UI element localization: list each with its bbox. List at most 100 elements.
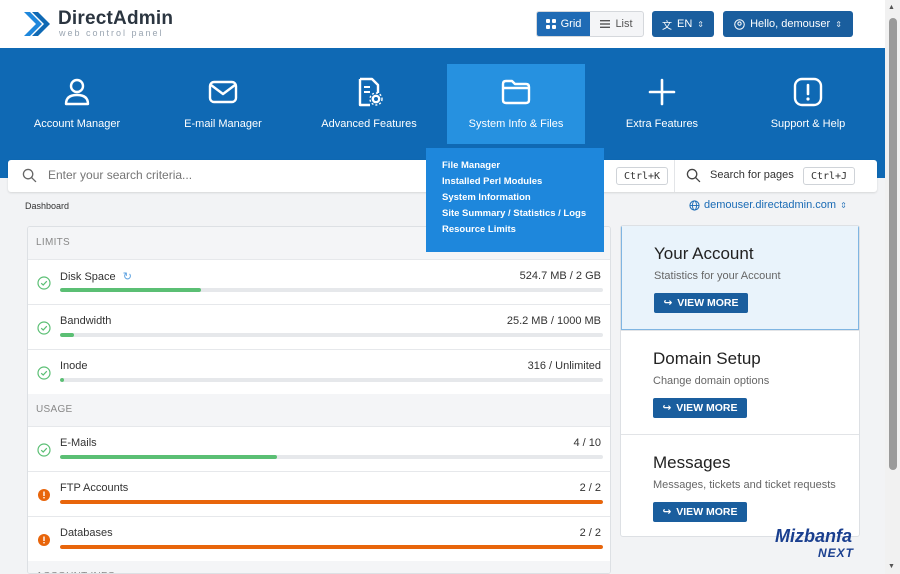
search-shortcut-key: Ctrl+K — [616, 167, 668, 185]
breadcrumb[interactable]: Dashboard — [25, 201, 69, 211]
menu-item-resource-limits[interactable]: Resource Limits — [442, 222, 604, 238]
grid-view-button[interactable]: Grid — [537, 12, 590, 36]
check-circle-icon — [37, 321, 51, 335]
directadmin-logo-icon[interactable] — [22, 8, 52, 40]
limit-value: 524.7 MB / 2 GB — [519, 270, 601, 282]
scroll-down-icon[interactable]: ▼ — [888, 563, 895, 570]
watermark-logo: Mizbanfa — [775, 526, 853, 546]
card-description: Messages, tickets and ticket requests — [653, 479, 836, 491]
nav-label: Extra Features — [625, 118, 699, 130]
limit-row-bandwidth: Bandwidth 25.2 MB / 1000 MB — [28, 304, 610, 349]
limit-value: 2 / 2 — [579, 482, 601, 494]
file-gear-icon — [358, 77, 383, 107]
updown-icon: ⇕ — [835, 19, 842, 29]
domain-name: demouser.directadmin.com — [704, 199, 837, 211]
user-menu-button[interactable]: Hello, demouser ⇕ — [723, 11, 853, 37]
limit-row-disk-space: Disk Space ↻ 524.7 MB / 2 GB — [28, 259, 610, 304]
limit-row-emails: E-Mails 4 / 10 — [28, 426, 610, 471]
menu-item-file-manager[interactable]: File Manager — [442, 158, 604, 174]
domain-selector[interactable]: demouser.directadmin.com ⇕ — [689, 199, 847, 211]
limit-row-inode: Inode 316 / Unlimited — [28, 349, 610, 394]
limit-name: Disk Space ↻ — [60, 271, 132, 283]
limits-card: LIMITS Disk Space ↻ 524.7 MB / 2 GB Band… — [27, 226, 611, 574]
button-label: VIEW MORE — [676, 506, 738, 518]
nav-extra-features[interactable]: Extra Features — [593, 64, 731, 144]
grid-icon — [545, 19, 556, 29]
nav-advanced-features[interactable]: Advanced Features — [300, 64, 438, 144]
nav-label: Support & Help — [770, 118, 846, 130]
warning-circle-icon — [38, 534, 50, 546]
list-view-button[interactable]: List — [590, 12, 643, 36]
limit-name: Bandwidth — [60, 315, 112, 327]
language-label: EN — [677, 18, 693, 30]
info-cards: Your Account Statistics for your Account… — [620, 225, 860, 537]
updown-icon: ⇕ — [697, 19, 704, 29]
nav-label: Advanced Features — [321, 118, 417, 130]
brand-name[interactable]: DirectAdmin — [58, 8, 173, 30]
limit-name: Inode — [60, 360, 88, 372]
menu-item-site-summary[interactable]: Site Summary / Statistics / Logs — [442, 206, 604, 222]
system-info-dropdown: File Manager Installed Perl Modules Syst… — [426, 148, 604, 252]
nav-system-info-files[interactable]: System Info & Files — [447, 64, 585, 144]
usage-bar-fill — [60, 455, 278, 459]
scrollbar-thumb[interactable] — [889, 18, 897, 470]
usage-bar — [60, 455, 603, 459]
translate-icon: 文 — [662, 20, 672, 32]
nav-label: System Info & Files — [468, 118, 564, 130]
user-circle-icon — [734, 18, 745, 30]
search-divider — [674, 160, 675, 192]
globe-icon — [689, 199, 700, 211]
usage-bar — [60, 378, 603, 382]
card-domain-setup: Domain Setup Change domain options ↪ VIE… — [621, 330, 859, 434]
usage-bar — [60, 545, 603, 549]
search-input[interactable] — [48, 168, 408, 182]
limit-value: 2 / 2 — [579, 527, 601, 539]
limit-row-databases: Databases 2 / 2 — [28, 516, 610, 561]
nav-label: Account Manager — [33, 118, 121, 130]
limit-name: E-Mails — [60, 437, 97, 449]
user-greeting: Hello, demouser — [750, 18, 831, 30]
nav-label: E-mail Manager — [184, 118, 262, 130]
card-description: Statistics for your Account — [654, 270, 781, 282]
brand-subtitle: web control panel — [59, 28, 164, 38]
card-title: Your Account — [654, 244, 754, 263]
button-label: VIEW MORE — [677, 297, 739, 309]
language-select[interactable]: 文 EN ⇕ — [652, 11, 714, 37]
alert-icon — [793, 77, 823, 107]
usage-bar-fill — [60, 333, 74, 337]
check-circle-icon — [37, 443, 51, 457]
nav-account-manager[interactable]: Account Manager — [8, 64, 146, 144]
usage-bar — [60, 500, 603, 504]
check-circle-icon — [37, 276, 51, 290]
nav-support-help[interactable]: Support & Help — [739, 64, 877, 144]
section-header: USAGE — [28, 394, 610, 426]
card-title: Domain Setup — [653, 349, 761, 368]
view-more-button[interactable]: ↪ VIEW MORE — [654, 293, 748, 313]
card-title: Messages — [653, 453, 731, 472]
card-your-account: Your Account Statistics for your Account… — [621, 226, 859, 330]
menu-item-installed-perl-modules[interactable]: Installed Perl Modules — [442, 174, 604, 190]
usage-bar-fill — [60, 378, 65, 382]
grid-label: Grid — [560, 18, 582, 30]
scroll-up-icon[interactable]: ▲ — [888, 4, 895, 11]
view-toggle: Grid List — [536, 11, 644, 37]
warning-circle-icon — [38, 489, 50, 501]
menu-item-system-information[interactable]: System Information — [442, 190, 604, 206]
share-arrow-icon: ↪ — [662, 402, 672, 414]
nav-email-manager[interactable]: E-mail Manager — [154, 64, 292, 144]
share-arrow-icon: ↪ — [663, 297, 673, 309]
search-pages-button[interactable]: Search for pages — [710, 169, 794, 181]
list-label: List — [615, 18, 633, 30]
usage-bar-fill — [60, 288, 202, 292]
usage-bar-fill — [60, 500, 603, 504]
limit-name: Databases — [60, 527, 113, 539]
limit-value: 4 / 10 — [573, 437, 601, 449]
limit-row-ftp-accounts: FTP Accounts 2 / 2 — [28, 471, 610, 516]
card-description: Change domain options — [653, 375, 770, 387]
share-arrow-icon: ↪ — [662, 506, 672, 518]
view-more-button[interactable]: ↪ VIEW MORE — [653, 502, 747, 522]
refresh-icon[interactable]: ↻ — [123, 271, 132, 283]
view-more-button[interactable]: ↪ VIEW MORE — [653, 398, 747, 418]
search-icon — [22, 168, 37, 183]
section-header: ACCOUNT INFO — [28, 561, 610, 573]
